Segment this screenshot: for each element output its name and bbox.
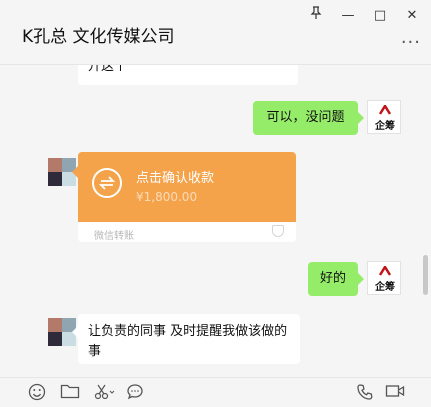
bubble-tail bbox=[358, 273, 364, 285]
message-text: 可以，没问题 bbox=[266, 110, 345, 125]
transfer-icon bbox=[92, 168, 122, 198]
message-bubble-contact: 让负责的同事 及时提醒我做该做的事 bbox=[78, 314, 300, 364]
close-button[interactable]: ✕ bbox=[400, 6, 424, 26]
minimize-button[interactable]: — bbox=[336, 6, 360, 26]
self-avatar[interactable]: 企筹 bbox=[367, 261, 401, 295]
message-bubble-self: 好的 bbox=[308, 262, 358, 296]
avatar-brand-text: 企筹 bbox=[375, 121, 395, 132]
message-bubble-self: 可以，没问题 bbox=[253, 101, 358, 135]
transfer-title: 点击确认收款 bbox=[136, 171, 215, 186]
maximize-button[interactable]: □ bbox=[368, 6, 392, 26]
chat-title: K孔总 文化传媒公司 bbox=[22, 27, 175, 47]
emoji-icon[interactable] bbox=[28, 383, 48, 401]
transfer-card[interactable]: 点击确认收款 ¥1,800.00 微信转账 bbox=[78, 152, 296, 242]
phone-icon[interactable] bbox=[356, 383, 376, 401]
input-toolbar bbox=[0, 377, 431, 407]
video-icon[interactable] bbox=[385, 383, 405, 401]
message-bubble-partial: 升这个 bbox=[78, 65, 298, 85]
shield-icon bbox=[272, 225, 284, 237]
chat-bubble-icon[interactable] bbox=[126, 383, 146, 401]
transfer-amount: ¥1,800.00 bbox=[136, 190, 198, 204]
scissors-icon[interactable] bbox=[93, 383, 115, 401]
chat-header: K孔总 文化传媒公司 — □ ✕ ··· bbox=[0, 0, 431, 65]
brand-logo-icon bbox=[379, 266, 391, 276]
message-text: 好的 bbox=[319, 271, 346, 286]
more-options-button[interactable]: ··· bbox=[401, 32, 421, 53]
pin-icon[interactable] bbox=[304, 6, 328, 26]
message-list[interactable]: 升这个 可以，没问题 企筹 点击确认收款 ¥1,800.00 微信转账 好的 企… bbox=[0, 65, 431, 377]
transfer-footer: 微信转账 bbox=[94, 231, 134, 242]
message-text: 让负责的同事 及时提醒我做该做的事 bbox=[88, 324, 288, 359]
bubble-tail bbox=[358, 112, 364, 124]
brand-logo-icon bbox=[379, 105, 391, 115]
message-text: 升这个 bbox=[88, 65, 128, 74]
folder-icon[interactable] bbox=[60, 383, 80, 401]
avatar-brand-text: 企筹 bbox=[375, 282, 395, 293]
scrollbar-thumb[interactable] bbox=[423, 255, 428, 295]
self-avatar[interactable]: 企筹 bbox=[367, 100, 401, 134]
